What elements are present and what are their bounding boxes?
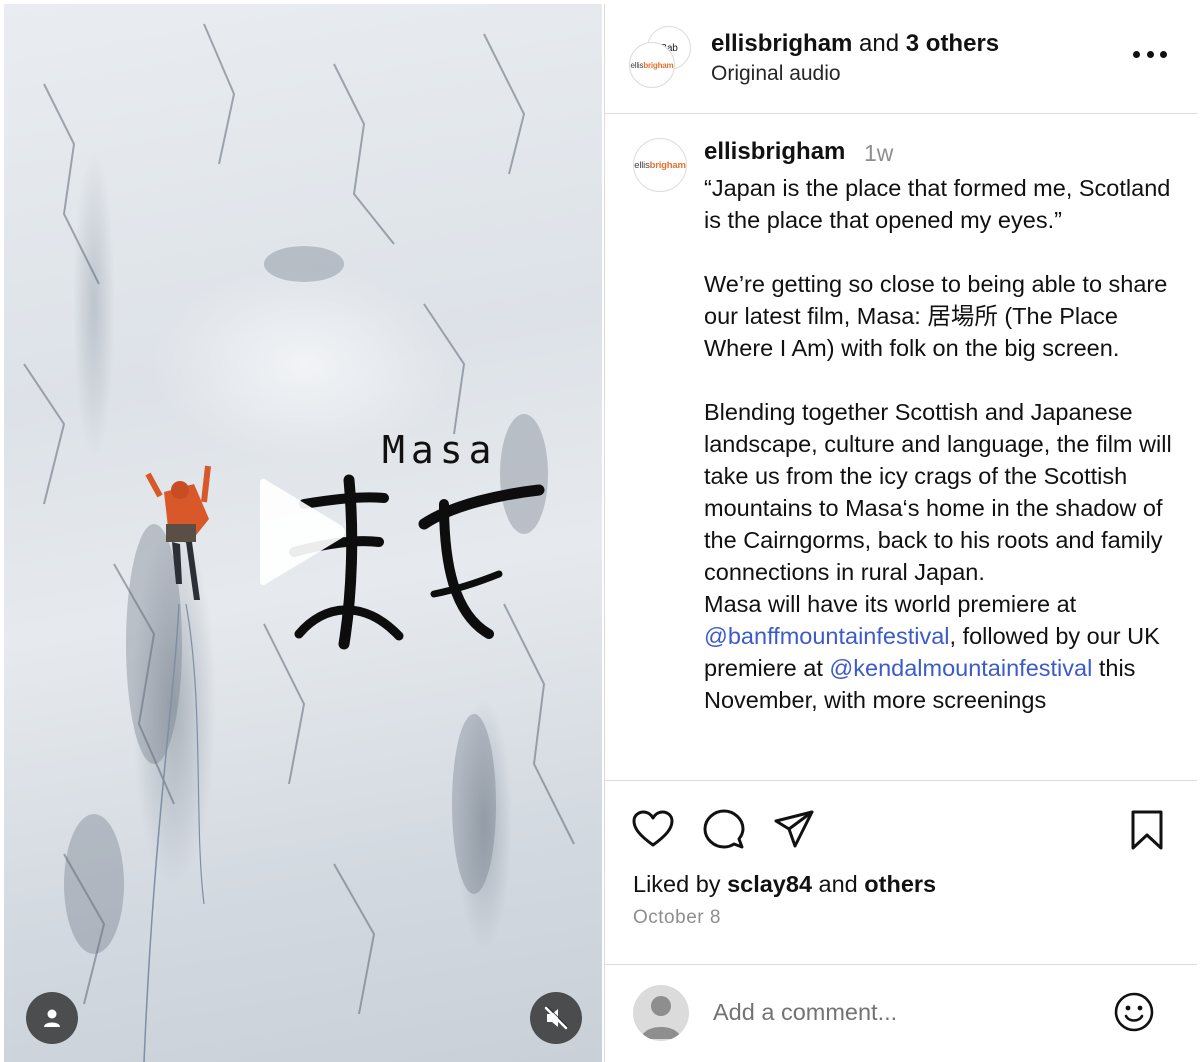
heart-icon[interactable] xyxy=(631,809,675,849)
post-authors: ellisbrigham and 3 others xyxy=(711,30,999,58)
video-title-text: Masa xyxy=(382,428,498,472)
liked-by-user-link[interactable]: sclay84 xyxy=(727,871,812,897)
speaker-muted-icon xyxy=(544,1006,568,1030)
caption-logo-prefix: ellis xyxy=(634,159,650,171)
caption-timestamp[interactable]: 1w xyxy=(864,140,893,167)
post-actions: Liked by sclay84 and others October 8 xyxy=(605,780,1197,990)
logo-suffix: brigham xyxy=(643,60,674,70)
comment-bar: Add a comment... xyxy=(605,964,1197,1062)
user-icon xyxy=(44,1009,60,1027)
bookmark-icon[interactable] xyxy=(1129,809,1165,851)
liked-and-text: and xyxy=(812,871,865,897)
author-logo: ellisbrigham xyxy=(631,61,674,70)
mention-banff[interactable]: @banffmountainfestival xyxy=(704,623,950,649)
caption-logo-suffix: brigham xyxy=(649,159,686,171)
caption-paragraph: We’re getting so close to being able to … xyxy=(704,271,1168,361)
mute-button[interactable] xyxy=(530,992,582,1044)
caption-author-logo: ellisbrigham xyxy=(634,159,686,171)
author-avatar[interactable]: ellisbrigham xyxy=(629,42,675,88)
default-avatar-icon xyxy=(641,996,681,1039)
premiere-text: Masa will have its world premiere at xyxy=(704,591,1077,617)
authors-and-text: and xyxy=(852,30,906,57)
caption-premiere-paragraph: Masa will have its world premiere at @ba… xyxy=(704,588,1184,716)
emoji-icon[interactable] xyxy=(1113,991,1155,1033)
author-link[interactable]: ellisbrigham xyxy=(711,30,852,57)
post-date[interactable]: October 8 xyxy=(633,907,721,929)
caption-paragraph: Blending together Scottish and Japanese … xyxy=(704,399,1172,585)
current-user-avatar xyxy=(633,985,689,1041)
liked-by-others-link[interactable]: others xyxy=(864,871,936,897)
caption-paragraph: “Japan is the place that formed me, Scot… xyxy=(704,175,1171,233)
comment-icon[interactable] xyxy=(703,809,745,851)
likes-summary: Liked by sclay84 and others xyxy=(633,871,936,898)
video-player[interactable]: Masa xyxy=(4,4,602,1062)
play-icon[interactable] xyxy=(250,470,350,594)
others-link[interactable]: 3 others xyxy=(906,30,999,57)
logo-prefix: ellis xyxy=(630,60,644,70)
mention-kendal[interactable]: @kendalmountainfestival xyxy=(829,655,1092,681)
audio-link[interactable]: Original audio xyxy=(711,62,841,86)
comment-input[interactable]: Add a comment... xyxy=(713,999,897,1026)
caption-section: ellisbrigham ellisbrigham 1w “Japan is t… xyxy=(605,114,1197,780)
more-options-icon[interactable] xyxy=(1133,44,1167,64)
caption-text: “Japan is the place that formed me, Scot… xyxy=(704,172,1184,716)
post-sidebar: Bab ellisbrigham ellisbrigham and 3 othe… xyxy=(604,4,1197,1062)
tagged-people-button[interactable] xyxy=(26,992,78,1044)
caption-author-avatar[interactable]: ellisbrigham xyxy=(633,138,687,192)
post-header: Bab ellisbrigham ellisbrigham and 3 othe… xyxy=(605,4,1197,114)
caption-username[interactable]: ellisbrigham xyxy=(704,138,845,166)
liked-by-prefix: Liked by xyxy=(633,871,728,897)
share-icon[interactable] xyxy=(773,809,815,849)
